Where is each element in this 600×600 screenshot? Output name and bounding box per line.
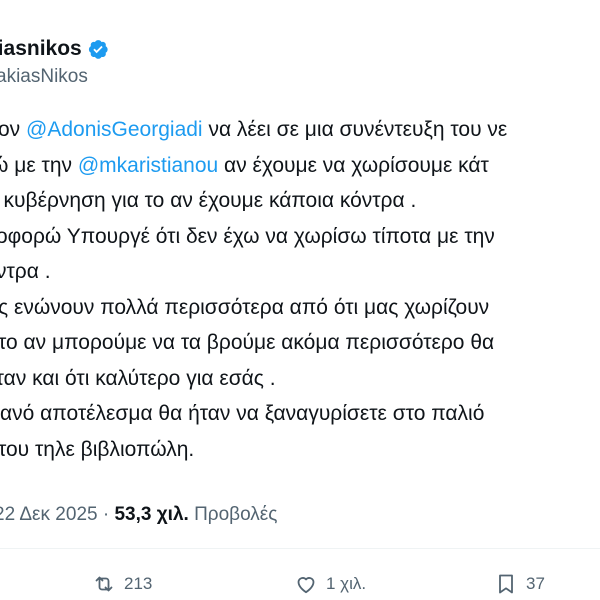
tweet-text-segment: η κυβέρνηση για το αν έχουμε κάποια κόντ…	[0, 189, 417, 212]
tweet-line: ώ με την @mkaristianou αν έχουμε να χωρί…	[0, 148, 600, 184]
tweet-date[interactable]: 22 Δεκ 2025	[0, 504, 98, 525]
tweet-text: ον @AdonisGeorgiadi να λέει σε μια συνέν…	[0, 112, 600, 467]
like-button[interactable]: 1 χιλ.	[294, 572, 366, 596]
tweet-text-segment: οφορώ Υπουργέ ότι δεν έχω να χωρίσω τίπο…	[0, 224, 495, 248]
tweet-text-segment: του τηλε βιβλιοπώλη.	[0, 437, 195, 461]
views-count[interactable]: 53,3 χιλ.	[114, 504, 188, 525]
tweet-line: η κυβέρνηση για το αν έχουμε κάποια κόντ…	[0, 183, 600, 219]
verified-badge-icon	[88, 40, 108, 59]
tweet-line: ανό αποτέλεσμα θα ήταν να ξαναγυρίσετε σ…	[0, 396, 600, 432]
repost-count: 213	[124, 574, 153, 593]
tweet-text-segment: να λέει σε μια συνέντευξη του νε	[202, 118, 508, 141]
repost-icon	[95, 576, 113, 592]
tweet-text-segment: το αν μπορούμε να τα βρούμε ακόμα περισσ…	[0, 331, 495, 354]
author-name-row[interactable]: kiasnikos	[0, 32, 109, 66]
heart-icon	[297, 577, 315, 594]
tweet-text-segment: ανό αποτέλεσμα θα ήταν να ξαναγυρίσετε σ…	[0, 402, 485, 425]
meta-separator: ·	[97, 504, 115, 525]
like-count: 1 χιλ.	[326, 574, 367, 593]
tweet-line: ον @AdonisGeorgiadi να λέει σε μια συνέν…	[0, 112, 600, 148]
repost-button[interactable]: 213	[92, 572, 152, 596]
tweet-meta: 22 Δεκ 2025 · 53,3 χιλ. Προβολές	[0, 500, 277, 530]
tweet-actions: 213 1 χιλ. 37	[0, 572, 600, 600]
tweet-text-segment: ώ με την	[0, 153, 78, 177]
tweet-line: ς ενώνουν πολλά περισσότερα από ότι μας …	[0, 290, 600, 326]
tweet-line: του τηλε βιβλιοπώλη.	[0, 432, 600, 468]
tweet-text-segment: ήταν και ότι καλύτερο για εσάς .	[0, 366, 276, 390]
author-display-name[interactable]: kiasnikos	[0, 37, 82, 61]
bookmark-button[interactable]: 37	[494, 572, 545, 596]
mention-link[interactable]: @AdonisGeorgiadi	[26, 118, 203, 141]
tweet-text-segment: ντρα .	[0, 260, 51, 283]
tweet-line: οφορώ Υπουργέ ότι δεν έχω να χωρίσω τίπο…	[0, 219, 600, 255]
author-handle[interactable]: akiasNikos	[0, 66, 88, 88]
views-label: Προβολές	[188, 504, 278, 525]
tweet-line: το αν μπορούμε να τα βρούμε ακόμα περισσ…	[0, 325, 600, 361]
tweet-line: ντρα .	[0, 254, 600, 290]
tweet-header: kiasnikos akiasNikos	[0, 32, 600, 102]
tweet-text-segment: ς ενώνουν πολλά περισσότερα από ότι μας …	[0, 295, 490, 319]
mention-link[interactable]: @mkaristianou	[78, 154, 218, 177]
tweet-text-segment: αν έχουμε να χωρίσουμε κάτ	[218, 153, 489, 177]
bookmark-count: 37	[526, 574, 545, 593]
tweet-text-segment: ον	[0, 118, 27, 141]
bookmark-icon	[499, 574, 513, 594]
divider	[0, 548, 600, 549]
tweet-line: ήταν και ότι καλύτερο για εσάς .	[0, 361, 600, 397]
tweet-view: kiasnikos akiasNikos ον @AdonisGeorgiadi…	[0, 0, 600, 600]
